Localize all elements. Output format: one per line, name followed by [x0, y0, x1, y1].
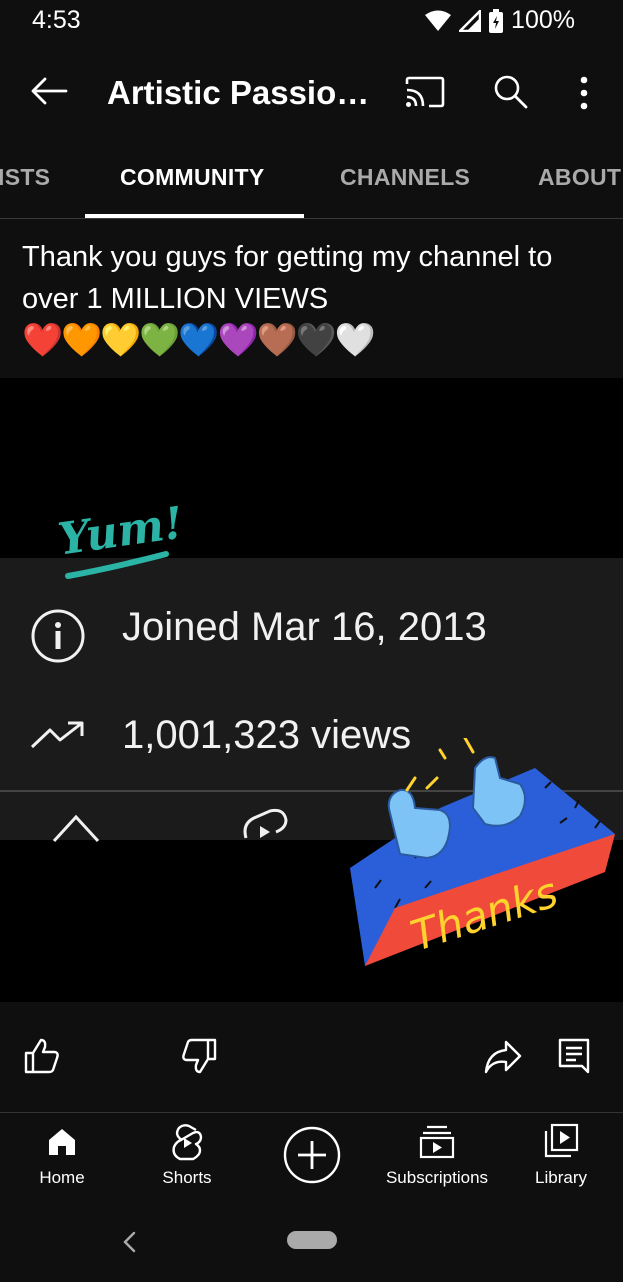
- subscriptions-icon: [419, 1125, 455, 1159]
- nav-subscriptions-label: Subscriptions: [385, 1168, 489, 1187]
- yum-sticker: Yum!: [55, 498, 188, 586]
- nav-home-label: Home: [39, 1168, 85, 1187]
- thanks-sticker: Thanks: [350, 738, 615, 966]
- nav-library[interactable]: Library: [521, 1113, 601, 1203]
- shorts-outline-icon: [243, 808, 288, 839]
- back-arrow-icon[interactable]: [30, 76, 68, 106]
- home-icon: [49, 1129, 75, 1155]
- battery-percent: 100%: [511, 6, 575, 34]
- shorts-icon: [172, 1124, 203, 1161]
- tab-channels[interactable]: CHANNELS: [340, 164, 470, 191]
- more-options-icon[interactable]: [578, 76, 590, 110]
- home-outline-icon: [52, 814, 100, 843]
- status-icons: 100%: [425, 6, 575, 35]
- post-text: Thank you guys for getting my channel to…: [22, 241, 553, 315]
- post-actions: [0, 1002, 623, 1113]
- info-icon: [31, 609, 85, 663]
- bottom-navigation: Home Shorts Subscriptions Library: [0, 1113, 623, 1213]
- yum-swoosh: [65, 551, 169, 579]
- tab-playlists[interactable]: ISTS: [0, 164, 50, 191]
- tab-about[interactable]: ABOUT: [538, 164, 621, 191]
- active-tab-indicator: [85, 214, 304, 218]
- app-bar: Artistic Passio…: [0, 44, 623, 144]
- system-navigation-bar: [0, 1213, 623, 1282]
- trending-up-icon: [30, 721, 84, 749]
- nav-create[interactable]: [282, 1113, 342, 1203]
- share-icon[interactable]: [484, 1040, 522, 1074]
- post-image[interactable]: Joined Mar 16, 2013 1,001,323 views Yum!…: [0, 378, 623, 1002]
- nav-shorts[interactable]: Shorts: [147, 1113, 227, 1203]
- joined-date: Joined Mar 16, 2013: [122, 605, 487, 649]
- nav-library-label: Library: [535, 1168, 587, 1187]
- search-icon[interactable]: [493, 74, 529, 110]
- channel-title: Artistic Passio…: [107, 74, 370, 111]
- like-icon[interactable]: [24, 1038, 60, 1074]
- status-time: 4:53: [32, 6, 81, 34]
- create-plus-icon: [283, 1126, 341, 1184]
- system-home-pill[interactable]: [287, 1231, 337, 1249]
- status-bar: 4:53 100%: [0, 0, 623, 44]
- tab-community[interactable]: COMMUNITY: [120, 164, 265, 191]
- battery-icon: [489, 8, 504, 33]
- nav-subscriptions[interactable]: Subscriptions: [377, 1113, 497, 1203]
- comment-icon[interactable]: [558, 1038, 590, 1074]
- channel-tabs: ISTS COMMUNITY CHANNELS ABOUT: [0, 144, 623, 219]
- nav-shorts-label: Shorts: [162, 1168, 212, 1187]
- wifi-icon: [425, 10, 452, 31]
- system-back-icon[interactable]: [122, 1231, 136, 1253]
- dislike-icon[interactable]: [181, 1038, 217, 1074]
- post-hearts: ❤️🧡💛💚💙💜🤎🖤🤍: [22, 320, 376, 359]
- library-icon: [544, 1123, 579, 1158]
- signal-icon: [459, 9, 482, 32]
- nav-home[interactable]: Home: [22, 1113, 102, 1203]
- cast-icon[interactable]: [405, 76, 445, 108]
